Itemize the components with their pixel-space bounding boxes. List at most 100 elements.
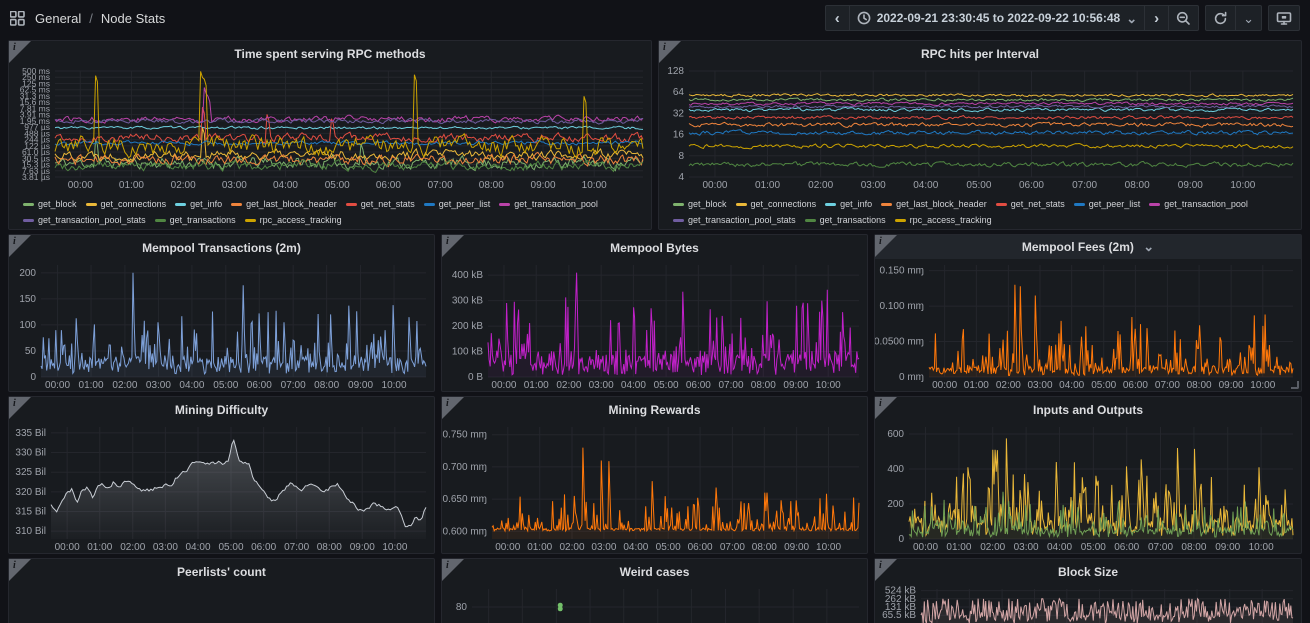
time-shift-back-button[interactable]: ‹ — [825, 5, 849, 31]
time-range-text: 2022-09-21 23:30:45 to 2022-09-22 10:56:… — [877, 11, 1121, 25]
legend-swatch — [175, 203, 186, 206]
panel-title[interactable]: Weird cases — [442, 559, 867, 585]
chart-mining-difficulty[interactable]: 00:0001:0002:0003:0004:0005:0006:0007:00… — [9, 423, 434, 553]
panel-menu-caret-icon[interactable]: ⌄ — [1143, 239, 1154, 254]
panel-title[interactable]: Block Size — [875, 559, 1301, 585]
panel-title[interactable]: RPC hits per Interval — [659, 41, 1301, 67]
svg-text:0.0500 mɱ: 0.0500 mɱ — [875, 337, 924, 348]
legend-item[interactable]: get_transaction_pool_stats — [23, 213, 146, 227]
time-range-picker[interactable]: 2022-09-21 23:30:45 to 2022-09-22 10:56:… — [849, 5, 1144, 31]
svg-text:07:00: 07:00 — [718, 380, 743, 391]
panel-title[interactable]: Mining Rewards — [442, 397, 867, 423]
chart-peerlists-count[interactable] — [9, 585, 434, 623]
legend-label: get_connections — [101, 197, 167, 211]
legend-item[interactable]: get_peer_list — [424, 197, 491, 211]
legend-item[interactable]: get_net_stats — [346, 197, 415, 211]
panel-info-icon[interactable]: i — [9, 397, 31, 419]
svg-text:04:00: 04:00 — [273, 180, 298, 191]
panel-info-icon[interactable]: i — [875, 559, 897, 581]
legend-item[interactable]: get_transaction_pool — [499, 197, 598, 211]
time-shift-forward-button[interactable]: › — [1144, 5, 1168, 31]
svg-text:0.750 mɱ: 0.750 mɱ — [443, 430, 487, 441]
svg-text:400: 400 — [887, 464, 904, 475]
svg-text:08:00: 08:00 — [1187, 380, 1212, 391]
kiosk-mode-button[interactable] — [1268, 5, 1300, 31]
legend-item[interactable]: get_info — [825, 197, 872, 211]
legend-item[interactable]: get_block — [673, 197, 727, 211]
breadcrumb-folder[interactable]: General — [35, 11, 81, 26]
svg-text:400 kB: 400 kB — [452, 270, 483, 281]
legend-item[interactable]: get_peer_list — [1074, 197, 1141, 211]
panel-resize-handle[interactable] — [1291, 381, 1299, 389]
legend-item[interactable]: get_net_stats — [996, 197, 1065, 211]
legend-item[interactable]: get_info — [175, 197, 222, 211]
panel-info-icon[interactable]: i — [9, 235, 31, 257]
legend-swatch — [245, 219, 256, 222]
svg-text:07:00: 07:00 — [428, 180, 453, 191]
panel-info-icon[interactable]: i — [9, 559, 31, 581]
legend-item[interactable]: get_connections — [736, 197, 817, 211]
panel-title[interactable]: Mempool Transactions (2m) — [9, 235, 434, 261]
svg-text:01:00: 01:00 — [79, 380, 104, 391]
svg-text:100: 100 — [19, 320, 36, 331]
chart-rpc-hits[interactable]: 00:0001:0002:0003:0004:0005:0006:0007:00… — [659, 67, 1301, 191]
legend-item[interactable]: get_transactions — [805, 213, 886, 227]
panel-info-icon[interactable]: i — [442, 397, 464, 419]
legend-item[interactable]: get_last_block_header — [231, 197, 337, 211]
chart-rpc-time[interactable]: 00:0001:0002:0003:0004:0005:0006:0007:00… — [9, 67, 651, 191]
chart-inputs-outputs[interactable]: 00:0001:0002:0003:0004:0005:0006:0007:00… — [875, 423, 1301, 553]
panel-info-icon[interactable]: i — [9, 41, 31, 63]
svg-text:01:00: 01:00 — [964, 380, 989, 391]
svg-text:02:00: 02:00 — [120, 542, 145, 553]
panel-info-icon[interactable]: i — [442, 559, 464, 581]
svg-text:08:00: 08:00 — [479, 180, 504, 191]
legend-swatch — [155, 219, 166, 222]
svg-text:08:00: 08:00 — [751, 380, 776, 391]
panel-title[interactable]: Peerlists' count — [9, 559, 434, 585]
chart-mempool-transactions[interactable]: 00:0001:0002:0003:0004:0005:0006:0007:00… — [9, 261, 434, 391]
chart-mempool-bytes[interactable]: 00:0001:0002:0003:0004:0005:0006:0007:00… — [442, 261, 867, 391]
svg-text:09:00: 09:00 — [350, 542, 375, 553]
chart-mempool-fees[interactable]: 00:0001:0002:0003:0004:0005:0006:0007:00… — [875, 261, 1301, 391]
refresh-button[interactable] — [1205, 5, 1235, 31]
legend-item[interactable]: get_last_block_header — [881, 197, 987, 211]
svg-text:05:00: 05:00 — [1081, 542, 1106, 553]
svg-text:02:00: 02:00 — [559, 542, 584, 553]
chart-mining-rewards[interactable]: 00:0001:0002:0003:0004:0005:0006:0007:00… — [442, 423, 867, 553]
panel-header-hovered[interactable]: Mempool Fees (2m) ⌄ — [875, 235, 1301, 259]
legend-item[interactable]: get_transactions — [155, 213, 236, 227]
panel-title[interactable]: Mempool Bytes — [442, 235, 867, 261]
chart-block-size[interactable]: 00:0001:0002:0003:0004:0005:0006:0007:00… — [875, 585, 1301, 623]
panel-info-icon[interactable]: i — [659, 41, 681, 63]
svg-text:8: 8 — [678, 151, 684, 162]
legend-swatch — [231, 203, 242, 206]
dashboards-grid-icon[interactable] — [10, 11, 25, 26]
breadcrumb: General / Node Stats — [10, 11, 165, 26]
panel-title[interactable]: Time spent serving RPC methods — [9, 41, 651, 67]
svg-text:08:00: 08:00 — [1181, 542, 1206, 553]
zoom-out-button[interactable] — [1168, 5, 1199, 31]
panel-title[interactable]: Mining Difficulty — [9, 397, 434, 423]
svg-text:02:00: 02:00 — [112, 380, 137, 391]
panel-info-icon[interactable]: i — [875, 397, 897, 419]
legend-item[interactable]: get_block — [23, 197, 77, 211]
refresh-interval-dropdown[interactable]: ⌄ — [1235, 5, 1262, 31]
panel-info-icon[interactable]: i — [875, 235, 897, 257]
panel-mempool-fees: Mempool Fees (2m) ⌄ i 00:0001:0002:0003:… — [874, 234, 1302, 392]
legend-item[interactable]: get_transaction_pool — [1149, 197, 1248, 211]
svg-text:00:00: 00:00 — [55, 542, 80, 553]
panel-info-icon[interactable]: i — [442, 235, 464, 257]
svg-text:00:00: 00:00 — [495, 542, 520, 553]
legend-item[interactable]: rpc_access_tracking — [245, 213, 342, 227]
legend-item[interactable]: get_connections — [86, 197, 167, 211]
legend-item[interactable]: rpc_access_tracking — [895, 213, 992, 227]
chart-weird-cases[interactable]: 00:0001:0002:0003:0004:0005:0006:0007:00… — [442, 585, 867, 623]
refresh-icon — [1213, 11, 1228, 26]
legend-item[interactable]: get_transaction_pool_stats — [673, 213, 796, 227]
breadcrumb-page-title[interactable]: Node Stats — [101, 11, 165, 26]
toolbar: ‹ 2022-09-21 23:30:45 to 2022-09-22 10:5… — [825, 5, 1300, 31]
legend-label: rpc_access_tracking — [910, 213, 992, 227]
zoom-out-icon — [1176, 11, 1191, 26]
panel-title[interactable]: Mempool Fees (2m) ⌄ — [875, 235, 1301, 259]
panel-title[interactable]: Inputs and Outputs — [875, 397, 1301, 423]
